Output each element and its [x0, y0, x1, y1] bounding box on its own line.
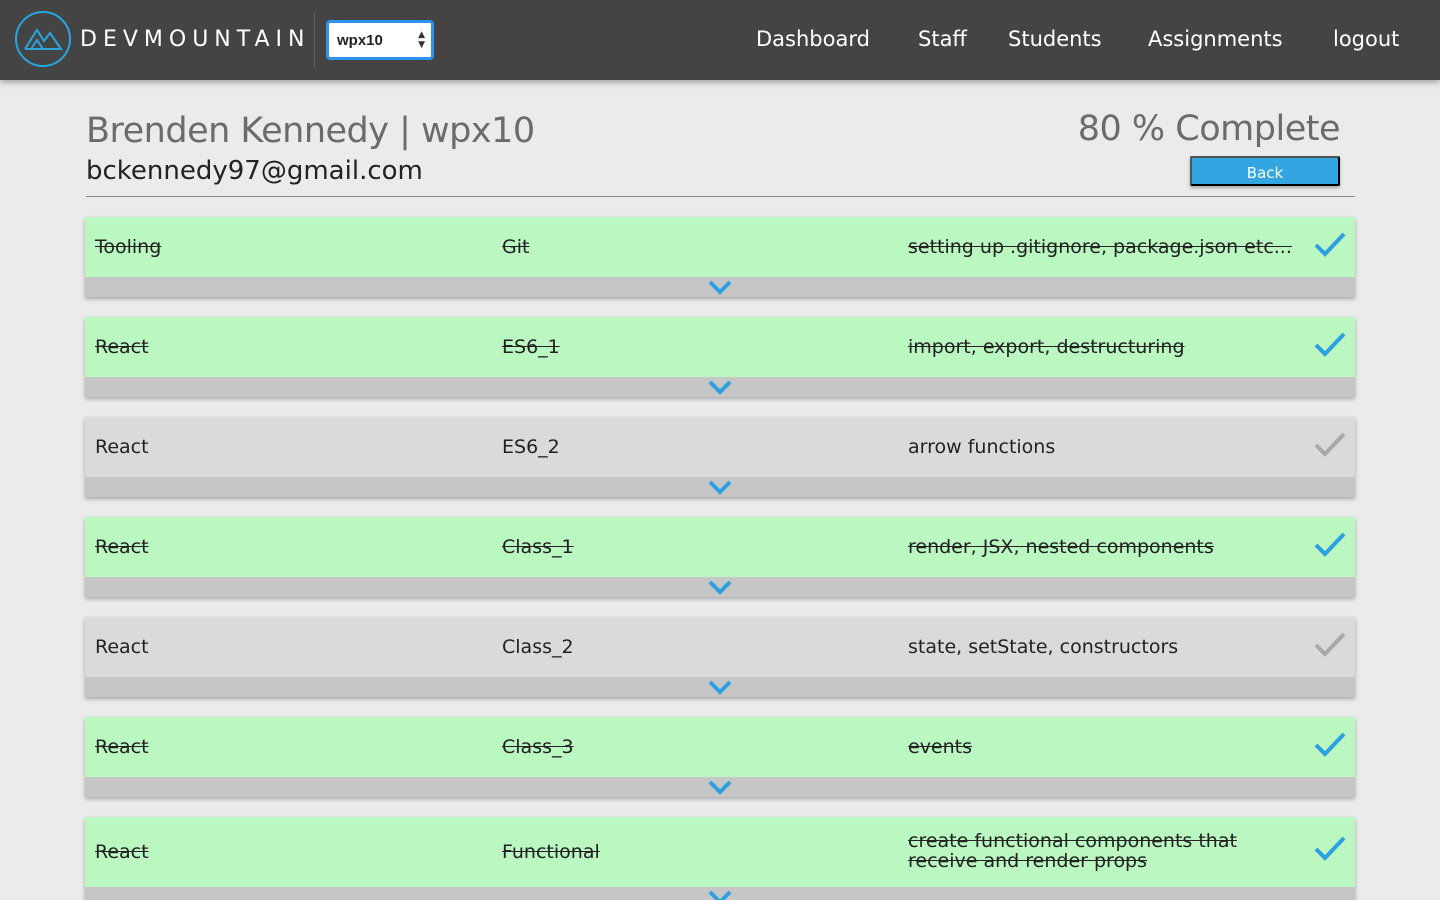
check-icon[interactable] — [1314, 431, 1346, 459]
completion-percentage: 80 % Complete — [1077, 109, 1341, 149]
assignment-row-body[interactable]: React Functional create functional compone… — [85, 817, 1355, 887]
check-icon[interactable] — [1314, 835, 1346, 863]
assignment-description: events — [908, 736, 973, 758]
assignment-topic: React — [95, 636, 149, 658]
assignment-row[interactable]: React Functional create functional compone… — [85, 817, 1355, 900]
assignment-row[interactable]: React ES6_2 arrow functions — [85, 417, 1355, 497]
assignment-name: Class_2 — [502, 636, 574, 658]
assignment-row-body[interactable]: React ES6_2 arrow functions — [85, 417, 1355, 477]
chevron-down-icon[interactable] — [708, 279, 732, 295]
assignment-name: Functional — [502, 841, 600, 863]
expand-bar[interactable] — [85, 277, 1355, 297]
assignment-topic: React — [95, 536, 149, 558]
assignment-row-body[interactable]: React Class_2 state, setState, constructor… — [85, 617, 1355, 677]
assignment-topic: React — [95, 736, 149, 758]
chevron-down-icon[interactable] — [708, 479, 732, 495]
assignment-topic: React — [95, 336, 149, 358]
cohort-select-value: wpx10 — [337, 32, 383, 49]
assignment-description: create functional components that receiv… — [908, 830, 1237, 872]
expand-bar[interactable] — [85, 377, 1355, 397]
assignment-row-body[interactable]: React Class_1 render, JSX, nested componen… — [85, 517, 1355, 577]
assignment-topic: Tooling — [95, 236, 162, 258]
back-button[interactable]: Back — [1190, 156, 1340, 186]
expand-bar[interactable] — [85, 887, 1355, 900]
cohort-select[interactable]: wpx10 ▲ ▼ — [326, 20, 434, 60]
logo-divider — [314, 12, 315, 68]
nav-students[interactable]: Students — [1008, 26, 1102, 52]
assignment-name: ES6_1 — [502, 336, 560, 358]
assignment-name: ES6_2 — [502, 436, 560, 458]
check-icon[interactable] — [1314, 331, 1346, 359]
brand-logo-text[interactable]: DEVMOUNTAIN — [80, 27, 310, 53]
chevron-down-icon[interactable] — [708, 579, 732, 595]
check-icon[interactable] — [1314, 631, 1346, 659]
assignment-name: Class_3 — [502, 736, 574, 758]
assignment-topic: React — [95, 436, 149, 458]
assignment-description: state, setState, constructors — [908, 636, 1179, 658]
assignment-row[interactable]: React Class_1 render, JSX, nested componen… — [85, 517, 1355, 597]
nav-logout[interactable]: logout — [1333, 26, 1399, 52]
nav-staff[interactable]: Staff — [918, 26, 967, 52]
check-icon[interactable] — [1314, 531, 1346, 559]
assignment-row[interactable]: React Class_3 events — [85, 717, 1355, 797]
student-name-heading: Brenden Kennedy | wpx10 — [86, 111, 535, 151]
assignment-row-body[interactable]: React ES6_1 import, export, destructuring — [85, 317, 1355, 377]
assignment-description: render, JSX, nested components — [908, 536, 1214, 558]
expand-bar[interactable] — [85, 677, 1355, 697]
chevron-down-icon[interactable] — [708, 779, 732, 795]
assignment-row[interactable]: React ES6_1 import, export, destructuring — [85, 317, 1355, 397]
assignment-name: Class_1 — [502, 536, 574, 558]
top-navbar: DEVMOUNTAIN wpx10 ▲ ▼ Dashboard Staff Stu… — [0, 0, 1440, 80]
assignment-description: setting up .gitignore, package.json etc.… — [908, 236, 1292, 258]
assignment-row-body[interactable]: React Class_3 events — [85, 717, 1355, 777]
assignment-row-body[interactable]: Tooling Git setting up .gitignore, package… — [85, 217, 1355, 277]
assignment-row[interactable]: Tooling Git setting up .gitignore, package… — [85, 217, 1355, 297]
chevron-down-icon[interactable] — [708, 679, 732, 695]
assignment-description: import, export, destructuring — [908, 336, 1185, 358]
check-icon[interactable] — [1314, 731, 1346, 759]
select-arrows-icon: ▲ ▼ — [418, 30, 425, 50]
expand-bar[interactable] — [85, 477, 1355, 497]
nav-dashboard[interactable]: Dashboard — [756, 26, 870, 52]
assignment-description: arrow functions — [908, 436, 1056, 458]
assignment-name: Git — [502, 236, 530, 258]
student-email: bckennedy97@gmail.com — [86, 156, 423, 186]
expand-bar[interactable] — [85, 777, 1355, 797]
mountain-logo-icon[interactable] — [15, 11, 71, 67]
chevron-down-icon[interactable] — [708, 379, 732, 395]
assignment-row[interactable]: React Class_2 state, setState, constructor… — [85, 617, 1355, 697]
nav-assignments[interactable]: Assignments — [1148, 26, 1283, 52]
chevron-down-icon[interactable] — [708, 889, 732, 900]
assignment-topic: React — [95, 841, 149, 863]
check-icon[interactable] — [1314, 231, 1346, 259]
expand-bar[interactable] — [85, 577, 1355, 597]
header-divider — [86, 196, 1355, 197]
